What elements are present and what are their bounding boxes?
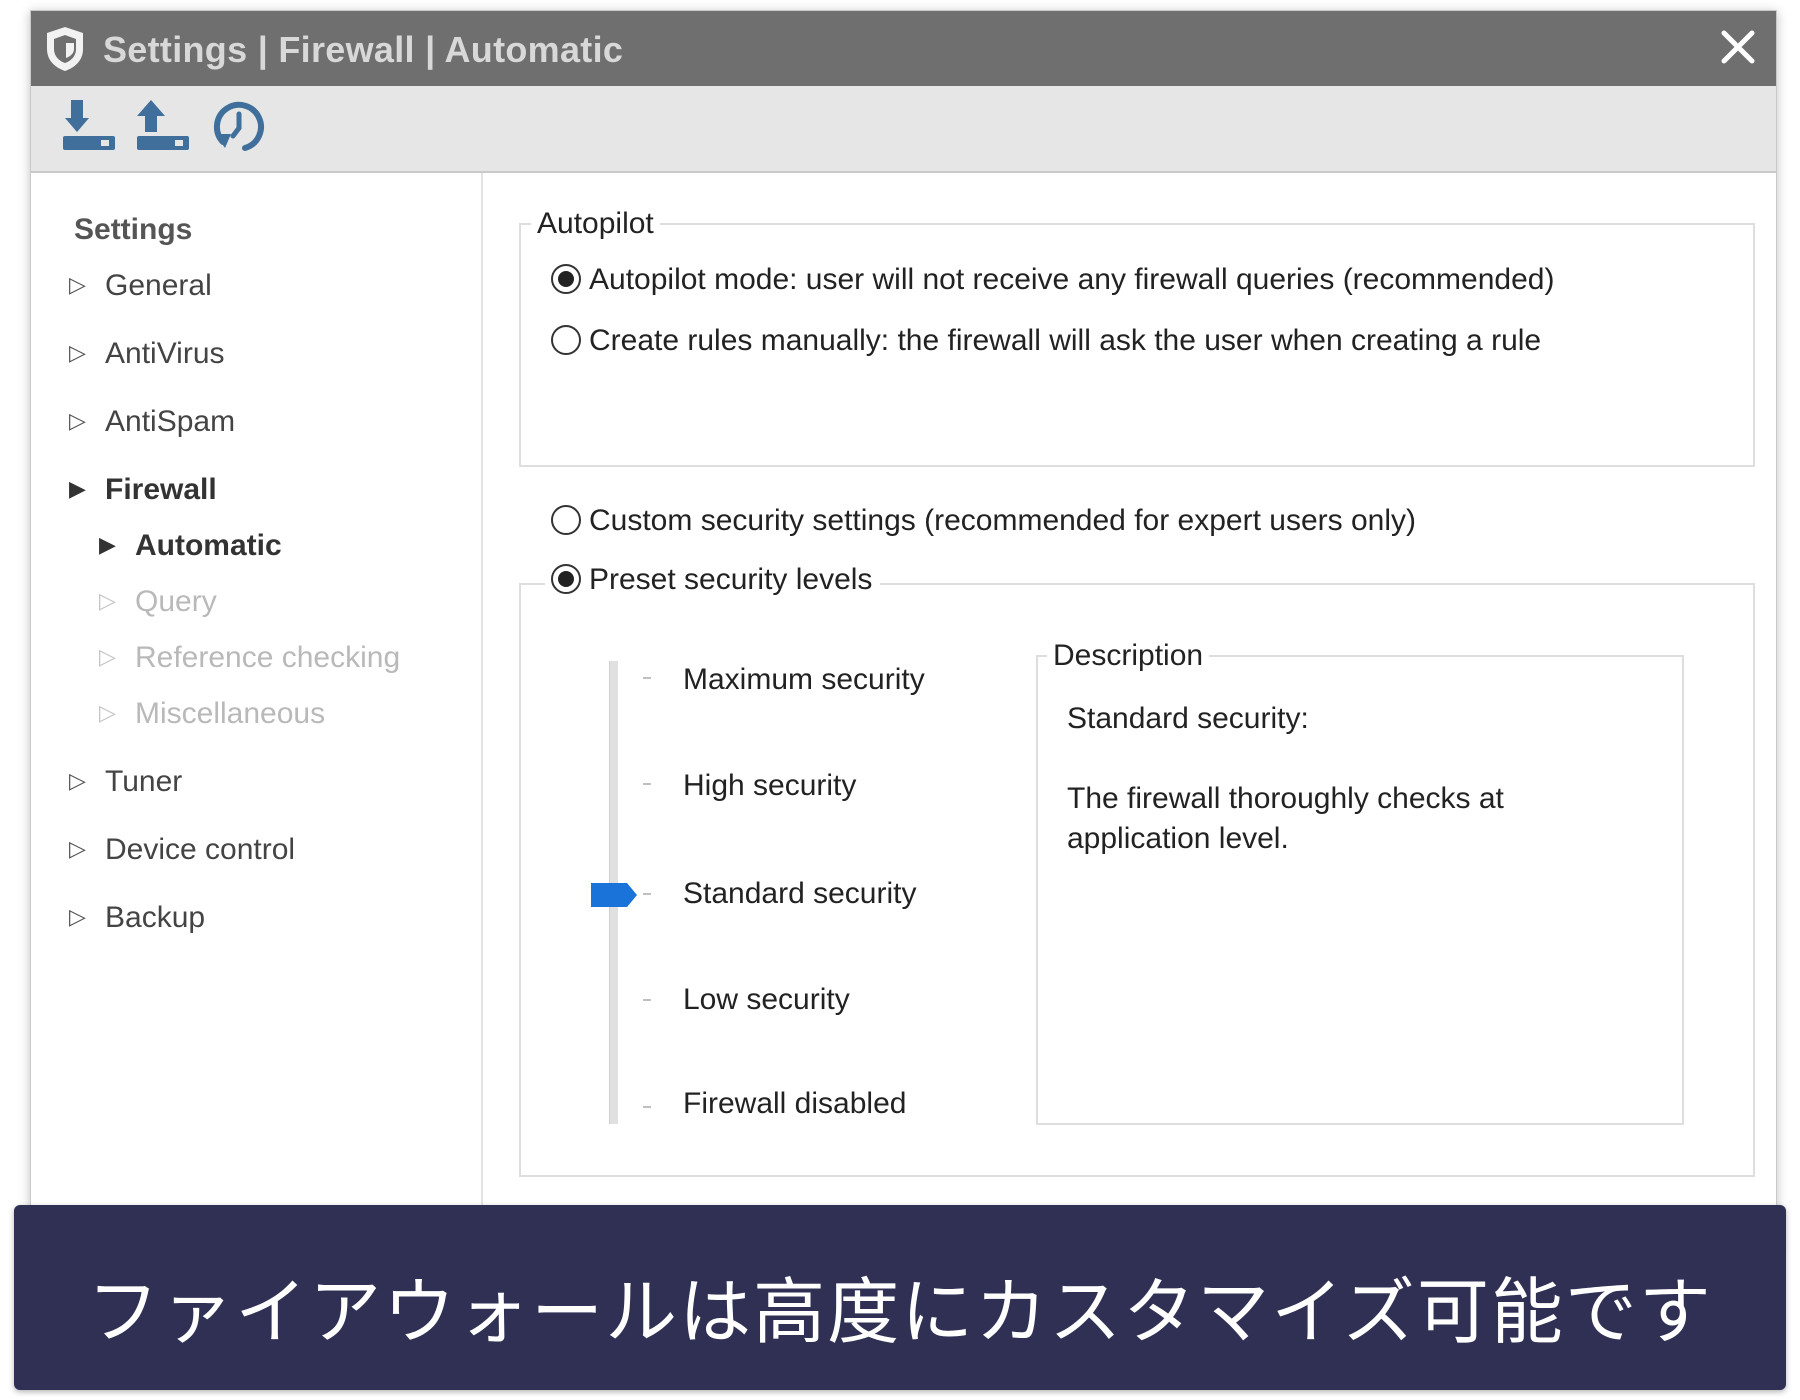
shield-logo-icon <box>47 27 83 71</box>
radio-checked-icon <box>551 264 581 294</box>
sidebar-item-tuner[interactable]: ▷ Tuner <box>69 765 182 799</box>
radio-unchecked-icon <box>551 325 581 355</box>
expand-arrow-icon: ▷ <box>69 272 86 297</box>
manual-rules-radio[interactable]: Create rules manually: the firewall will… <box>551 324 1541 358</box>
sidebar-item-firewall[interactable]: ▶ Firewall <box>69 473 217 507</box>
slider-tick <box>643 999 651 1001</box>
sidebar-item-general[interactable]: ▷ General <box>69 269 212 303</box>
radio-unchecked-icon <box>551 505 581 535</box>
slider-tick <box>643 677 651 679</box>
sidebar-item-label: AntiSpam <box>105 405 236 438</box>
upload-icon[interactable] <box>135 96 195 156</box>
title-bar: Settings | Firewall | Automatic <box>31 11 1776 86</box>
radio-label: Autopilot mode: user will not receive an… <box>589 263 1555 296</box>
sidebar-item-label: Firewall <box>105 473 217 506</box>
caption-text: ファイアウォールは高度にカスタマイズ可能です <box>87 1270 1713 1354</box>
custom-security-radio[interactable]: Custom security settings (recommended fo… <box>551 504 1416 538</box>
sidebar-heading: Settings <box>74 213 193 246</box>
window-title: Settings | Firewall | Automatic <box>103 29 624 70</box>
description-legend: Description <box>1047 639 1210 673</box>
slider-thumb-shape <box>591 883 637 907</box>
slider-tick <box>643 783 651 785</box>
security-slider-thumb[interactable] <box>591 881 639 909</box>
sidebar-item-label: Tuner <box>105 765 183 798</box>
description-title: Standard security: <box>1067 702 1309 735</box>
expand-arrow-icon: ▷ <box>69 836 86 861</box>
settings-sidebar: Settings ▷ General ▷ AntiVirus ▷ AntiSpam ▶… <box>31 173 483 1251</box>
sidebar-item-label: Automatic <box>135 529 282 562</box>
sidebar-item-label: General <box>105 269 212 302</box>
sidebar-item-label: Backup <box>105 901 206 934</box>
sidebar-item-antispam[interactable]: ▷ AntiSpam <box>69 405 235 439</box>
level-maximum[interactable]: Maximum security <box>683 663 925 697</box>
expand-arrow-icon: ▷ <box>99 700 116 725</box>
autopilot-legend: Autopilot <box>531 207 660 241</box>
selected-arrow-icon: ▶ <box>99 532 116 557</box>
sidebar-item-reference-checking: ▷ Reference checking <box>99 641 400 675</box>
download-icon[interactable] <box>61 96 121 156</box>
expand-arrow-icon: ▷ <box>69 768 86 793</box>
sidebar-item-label: Device control <box>105 833 296 866</box>
preset-security-radio[interactable]: Preset security levels <box>545 563 881 597</box>
sidebar-item-label: AntiVirus <box>105 337 225 370</box>
expand-arrow-icon: ▷ <box>69 904 86 929</box>
expanded-arrow-icon: ▶ <box>69 476 86 501</box>
level-firewall-disabled[interactable]: Firewall disabled <box>683 1087 906 1121</box>
sidebar-item-label: Reference checking <box>135 641 401 674</box>
expand-arrow-icon: ▷ <box>69 340 86 365</box>
sidebar-item-label: Query <box>135 585 217 618</box>
toolbar <box>31 86 1776 173</box>
sidebar-item-antivirus[interactable]: ▷ AntiVirus <box>69 337 225 371</box>
sidebar-item-query: ▷ Query <box>99 585 217 619</box>
sidebar-item-miscellaneous: ▷ Miscellaneous <box>99 697 325 731</box>
radio-label: Custom security settings (recommended fo… <box>589 504 1416 537</box>
sidebar-item-backup[interactable]: ▷ Backup <box>69 901 205 935</box>
sidebar-item-device-control[interactable]: ▷ Device control <box>69 833 295 867</box>
radio-label: Preset security levels <box>589 563 873 596</box>
level-standard[interactable]: Standard security <box>683 877 916 911</box>
close-icon[interactable] <box>1714 23 1762 71</box>
settings-window: Settings | Firewall | Automatic Settings… <box>30 10 1777 1252</box>
autopilot-mode-radio[interactable]: Autopilot mode: user will not receive an… <box>551 263 1554 297</box>
radio-label: Create rules manually: the firewall will… <box>589 324 1542 357</box>
slider-tick <box>643 893 651 895</box>
expand-arrow-icon: ▷ <box>99 588 116 613</box>
restore-icon[interactable] <box>209 96 269 156</box>
expand-arrow-icon: ▷ <box>69 408 86 433</box>
description-body: The firewall thoroughly checks at applic… <box>1067 782 1504 855</box>
level-low[interactable]: Low security <box>683 983 850 1017</box>
slider-tick <box>643 1106 651 1108</box>
sidebar-item-automatic[interactable]: ▶ Automatic <box>99 529 282 563</box>
caption-banner: ファイアウォールは高度にカスタマイズ可能です <box>14 1205 1786 1390</box>
expand-arrow-icon: ▷ <box>99 644 116 669</box>
level-high[interactable]: High security <box>683 769 856 803</box>
radio-checked-icon <box>551 564 581 594</box>
sidebar-item-label: Miscellaneous <box>135 697 326 730</box>
